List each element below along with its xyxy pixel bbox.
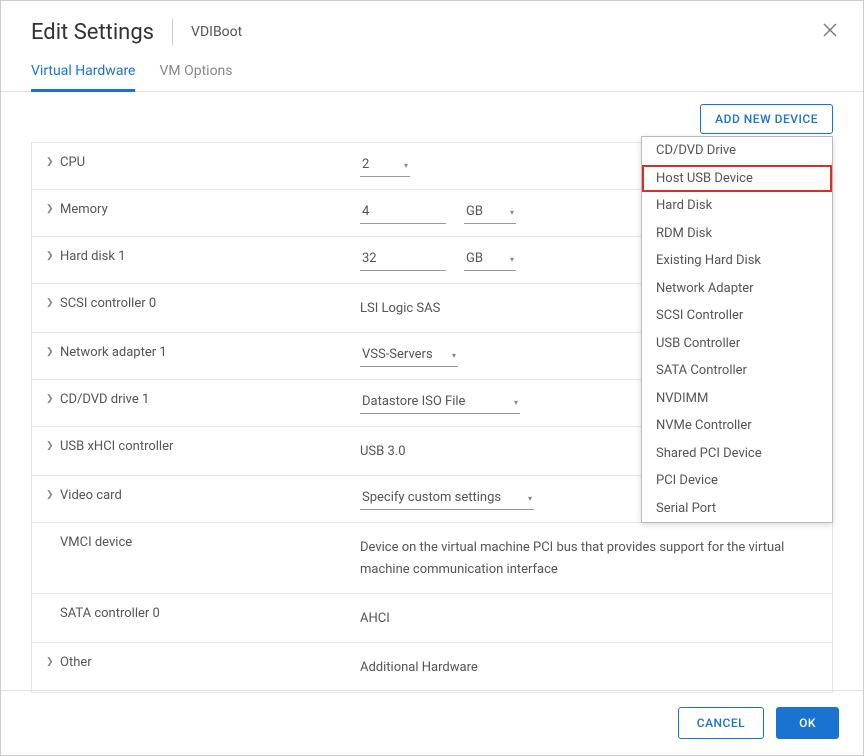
close-icon[interactable]: [822, 22, 838, 43]
chevron-right-icon[interactable]: ❯: [46, 204, 60, 214]
dropdown-item-nvme-controller[interactable]: NVMe Controller: [642, 412, 832, 440]
row-label: CD/DVD drive 1: [60, 392, 360, 407]
row-label: Hard disk 1: [60, 249, 360, 264]
dialog-title: Edit Settings: [31, 20, 154, 45]
edit-settings-dialog: Edit Settings VDIBoot Virtual Hardware V…: [0, 0, 864, 756]
dropdown-item-serial-port[interactable]: Serial Port: [642, 495, 832, 523]
dialog-footer: CANCEL OK: [1, 690, 863, 755]
tab-bar: Virtual Hardware VM Options: [1, 55, 863, 92]
row-label: CPU: [60, 155, 360, 170]
row-label: USB xHCI controller: [60, 439, 360, 454]
memory-input[interactable]: [360, 202, 446, 224]
dropdown-item-shared-pci-device[interactable]: Shared PCI Device: [642, 440, 832, 468]
dropdown-item-host-usb-device[interactable]: Host USB Device: [642, 165, 832, 193]
chevron-right-icon[interactable]: ❯: [46, 657, 60, 667]
cddvd-select[interactable]: [360, 392, 520, 414]
video-select[interactable]: [360, 488, 534, 510]
dialog-header: Edit Settings VDIBoot: [1, 1, 863, 55]
cancel-button[interactable]: CANCEL: [678, 707, 764, 739]
row-label: Network adapter 1: [60, 345, 360, 360]
cpu-select[interactable]: [360, 155, 410, 177]
disk-unit-select[interactable]: [464, 249, 516, 271]
row-sata-controller-0: SATA controller 0 AHCI: [32, 594, 832, 643]
dropdown-item-scsi-controller[interactable]: SCSI Controller: [642, 302, 832, 330]
dropdown-item-pci-device[interactable]: PCI Device: [642, 467, 832, 495]
dropdown-item-existing-hard-disk[interactable]: Existing Hard Disk: [642, 247, 832, 275]
dropdown-item-rdm-disk[interactable]: RDM Disk: [642, 220, 832, 248]
chevron-right-icon[interactable]: ❯: [46, 490, 60, 500]
ok-button[interactable]: OK: [776, 707, 839, 739]
tab-vm-options[interactable]: VM Options: [159, 55, 232, 91]
row-label: VMCI device: [60, 535, 360, 550]
add-new-device-button[interactable]: ADD NEW DEVICE: [700, 104, 833, 134]
dropdown-item-network-adapter[interactable]: Network Adapter: [642, 275, 832, 303]
row-value: AHCI: [360, 606, 822, 630]
add-device-dropdown: CD/DVD DriveHost USB DeviceHard DiskRDM …: [641, 136, 833, 523]
dropdown-item-usb-controller[interactable]: USB Controller: [642, 330, 832, 358]
memory-unit-select[interactable]: [464, 202, 516, 224]
row-label: SATA controller 0: [60, 606, 360, 621]
chevron-right-icon[interactable]: ❯: [46, 157, 60, 167]
row-label: Video card: [60, 488, 360, 503]
dropdown-item-cd-dvd-drive[interactable]: CD/DVD Drive: [642, 137, 832, 165]
chevron-right-icon[interactable]: ❯: [46, 251, 60, 261]
row-label: Memory: [60, 202, 360, 217]
chevron-right-icon[interactable]: ❯: [46, 441, 60, 451]
row-vmci: VMCI device Device on the virtual machin…: [32, 523, 832, 594]
row-label: SCSI controller 0: [60, 296, 360, 311]
content-area: ADD NEW DEVICE CD/DVD DriveHost USB Devi…: [1, 92, 863, 705]
vm-name: VDIBoot: [191, 24, 242, 40]
row-label: Other: [60, 655, 360, 670]
header-divider: [172, 19, 173, 45]
row-other: ❯ Other Additional Hardware: [32, 643, 832, 692]
network-select[interactable]: [360, 345, 458, 367]
chevron-right-icon[interactable]: ❯: [46, 394, 60, 404]
chevron-right-icon[interactable]: ❯: [46, 298, 60, 308]
row-value: Additional Hardware: [360, 655, 822, 679]
dropdown-item-nvdimm[interactable]: NVDIMM: [642, 385, 832, 413]
dropdown-item-hard-disk[interactable]: Hard Disk: [642, 192, 832, 220]
dropdown-item-sata-controller[interactable]: SATA Controller: [642, 357, 832, 385]
row-value: Device on the virtual machine PCI bus th…: [360, 535, 822, 581]
chevron-right-icon[interactable]: ❯: [46, 347, 60, 357]
tab-virtual-hardware[interactable]: Virtual Hardware: [31, 55, 135, 92]
disk-size-input[interactable]: [360, 249, 446, 271]
